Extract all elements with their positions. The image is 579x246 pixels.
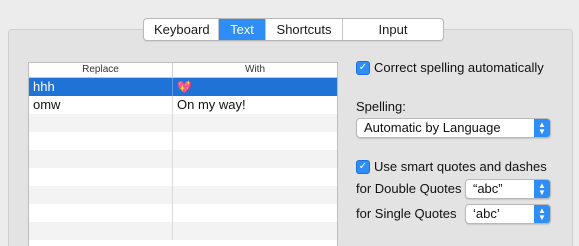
single-quotes-label: for Single Quotes	[356, 206, 457, 221]
updown-arrow-icon: ▲ ▼	[534, 205, 550, 223]
replace-cell[interactable]: omw	[29, 96, 173, 114]
sparkling-heart-emoji: 💖	[177, 80, 192, 94]
replacements-table[interactable]: Replace With hhh 💖 omw On my way!	[28, 62, 338, 246]
spelling-value: Automatic by Language	[364, 120, 501, 135]
double-quotes-value: “abc”	[473, 181, 503, 196]
empty-row	[29, 186, 337, 204]
with-cell[interactable]: On my way!	[173, 96, 337, 114]
column-header-replace[interactable]: Replace	[29, 63, 173, 77]
table-row[interactable]: omw On my way!	[29, 96, 337, 114]
empty-row	[29, 168, 337, 186]
tab-keyboard[interactable]: Keyboard	[144, 19, 219, 40]
double-quotes-popup[interactable]: “abc” ▲ ▼	[465, 179, 551, 199]
replace-cell[interactable]: hhh	[29, 78, 173, 96]
with-cell[interactable]: 💖	[173, 78, 337, 96]
smart-quotes-label: Use smart quotes and dashes	[374, 159, 547, 174]
updown-arrow-icon: ▲ ▼	[534, 180, 550, 198]
table-row[interactable]: hhh 💖	[29, 78, 337, 96]
smart-quotes-checkbox[interactable]: ✓	[356, 159, 370, 174]
single-quotes-popup[interactable]: ‘abc’ ▲ ▼	[465, 204, 551, 224]
correct-spelling-label: Correct spelling automatically	[374, 60, 544, 75]
updown-arrow-icon: ▲ ▼	[534, 119, 550, 137]
tab-input-sources[interactable]: Input Sources	[343, 19, 443, 40]
empty-row	[29, 204, 337, 222]
empty-row	[29, 222, 337, 240]
double-quotes-label: for Double Quotes	[356, 181, 462, 196]
smart-quotes-option: ✓ Use smart quotes and dashes	[356, 159, 547, 174]
correct-spelling-option: ✓ Correct spelling automatically	[356, 60, 552, 75]
single-quotes-value: ‘abc’	[473, 206, 500, 221]
empty-row	[29, 114, 337, 132]
tab-shortcuts[interactable]: Shortcuts	[266, 19, 343, 40]
tab-text[interactable]: Text	[219, 19, 266, 40]
spelling-popup[interactable]: Automatic by Language ▲ ▼	[356, 118, 551, 138]
correct-spelling-checkbox[interactable]: ✓	[356, 60, 370, 75]
segmented-tabs: Keyboard Text Shortcuts Input Sources	[143, 18, 444, 41]
empty-row	[29, 132, 337, 150]
table-header: Replace With	[29, 63, 337, 78]
empty-row	[29, 150, 337, 168]
column-header-with[interactable]: With	[173, 63, 337, 77]
spelling-label: Spelling:	[356, 99, 406, 114]
